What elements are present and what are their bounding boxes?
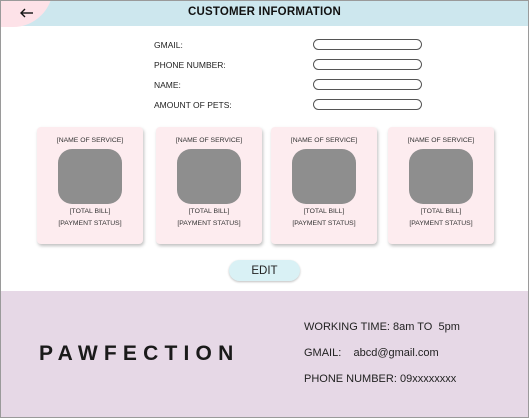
phone-number-label: PHONE NUMBER:	[154, 60, 226, 70]
service-name: [NAME OF SERVICE]	[290, 137, 358, 144]
service-image-placeholder	[177, 149, 241, 204]
working-time: WORKING TIME: 8am TO 5pm	[304, 321, 460, 333]
amount-of-pets-field[interactable]	[313, 99, 422, 110]
form-row-gmail: GMAIL:	[154, 37, 424, 57]
total-bill: [TOTAL BILL]	[188, 208, 230, 215]
page-title: CUSTOMER INFORMATION	[187, 6, 342, 18]
name-field[interactable]	[313, 79, 422, 90]
edit-button[interactable]: EDIT	[229, 260, 300, 281]
service-card[interactable]: [NAME OF SERVICE] [TOTAL BILL] [PAYMENT …	[37, 127, 143, 244]
service-card[interactable]: [NAME OF SERVICE] [TOTAL BILL] [PAYMENT …	[156, 127, 262, 244]
payment-status: [PAYMENT STATUS]	[292, 220, 356, 227]
service-cards: [NAME OF SERVICE] [TOTAL BILL] [PAYMENT …	[37, 127, 497, 245]
service-card[interactable]: [NAME OF SERVICE] [TOTAL BILL] [PAYMENT …	[271, 127, 377, 244]
service-name: [NAME OF SERVICE]	[56, 137, 124, 144]
payment-status: [PAYMENT STATUS]	[177, 220, 241, 227]
customer-form: GMAIL: PHONE NUMBER: NAME: AMOUNT OF PET…	[154, 37, 424, 117]
contact-gmail: GMAIL: abcd@gmail.com	[304, 347, 439, 359]
total-bill: [TOTAL BILL]	[420, 208, 462, 215]
total-bill: [TOTAL BILL]	[303, 208, 345, 215]
gmail-label: GMAIL:	[154, 40, 183, 50]
service-name: [NAME OF SERVICE]	[407, 137, 475, 144]
payment-status: [PAYMENT STATUS]	[58, 220, 122, 227]
payment-status: [PAYMENT STATUS]	[409, 220, 473, 227]
service-image-placeholder	[292, 149, 356, 204]
service-name: [NAME OF SERVICE]	[175, 137, 243, 144]
header-bar: CUSTOMER INFORMATION	[1, 1, 528, 27]
phone-number-field[interactable]	[313, 59, 422, 70]
app-frame: CUSTOMER INFORMATION GMAIL: PHONE NUMBER…	[0, 0, 529, 418]
form-row-pets: AMOUNT OF PETS:	[154, 97, 424, 117]
amount-of-pets-label: AMOUNT OF PETS:	[154, 100, 232, 110]
gmail-field[interactable]	[313, 39, 422, 50]
name-label: NAME:	[154, 80, 181, 90]
footer: PAWFECTION WORKING TIME: 8am TO 5pm GMAI…	[1, 291, 528, 417]
service-image-placeholder	[58, 149, 122, 204]
brand-name: PAWFECTION	[39, 342, 240, 365]
total-bill: [TOTAL BILL]	[69, 208, 111, 215]
service-card[interactable]: [NAME OF SERVICE] [TOTAL BILL] [PAYMENT …	[388, 127, 494, 244]
form-row-name: NAME:	[154, 77, 424, 97]
form-row-phone: PHONE NUMBER:	[154, 57, 424, 77]
service-image-placeholder	[409, 149, 473, 204]
contact-phone: PHONE NUMBER: 09xxxxxxxx	[304, 373, 457, 385]
